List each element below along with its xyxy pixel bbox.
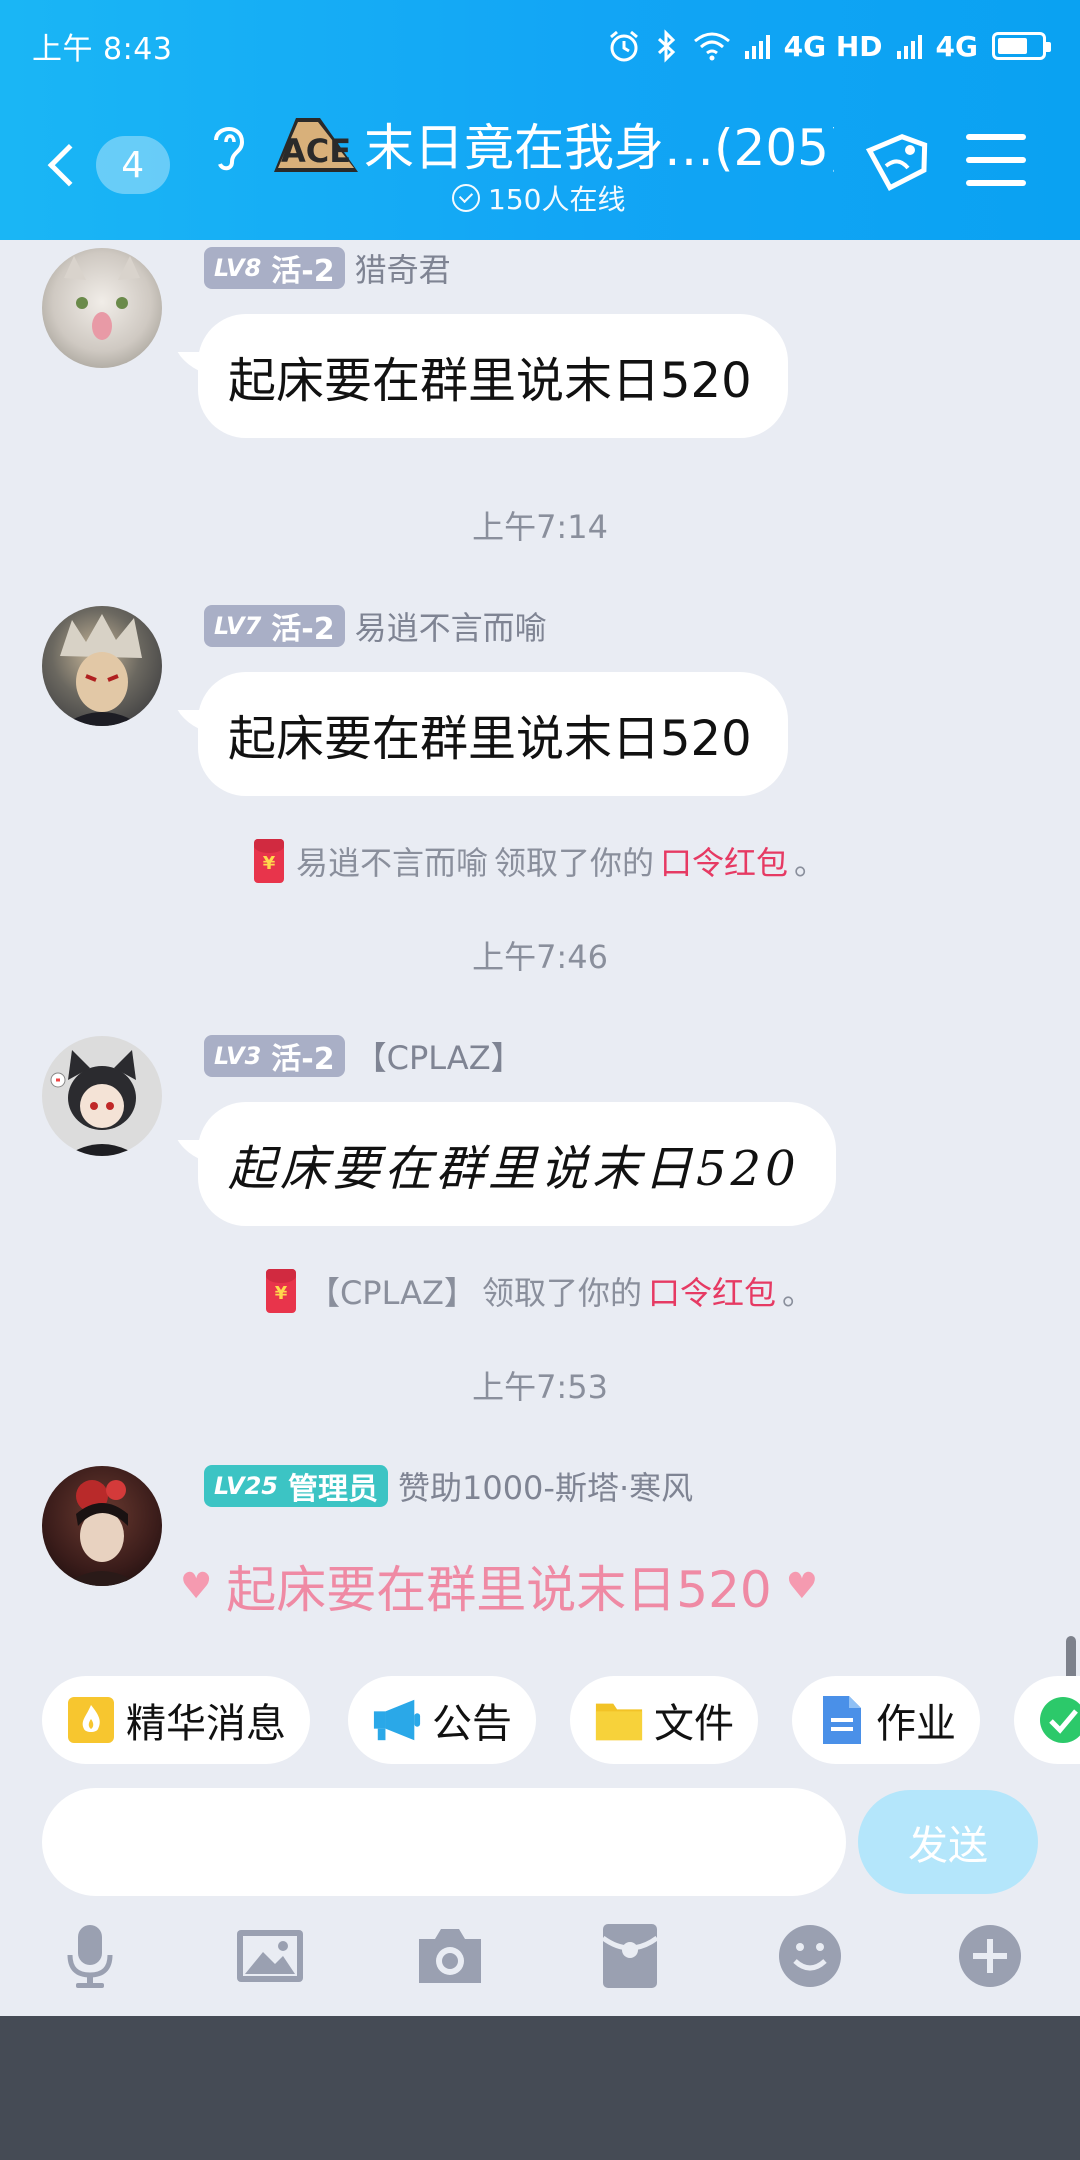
level-badge: LV7 活-2 <box>204 605 345 647</box>
group-title[interactable]: 末日竟在我身…(205) <box>364 108 834 180</box>
battery-icon <box>992 32 1051 60</box>
timestamp: 上午7:53 <box>472 1368 608 1406</box>
avatar[interactable] <box>42 606 162 726</box>
emoji-icon[interactable] <box>774 1920 846 1992</box>
signal-bars-icon-2 <box>896 33 922 59</box>
chip-essence[interactable]: 精华消息 <box>42 1676 310 1764</box>
status-time: 上午 8:43 <box>32 32 173 67</box>
chip-files[interactable]: 文件 <box>570 1676 758 1764</box>
sender-name[interactable]: 易逍不言而喻 <box>355 603 547 649</box>
status-bar: 上午 8:43 4G HD 4G <box>0 0 1080 92</box>
chat-header: 上午 8:43 4G HD 4G 4 ACE 末日竟在我身…(205) 150人… <box>0 0 1080 240</box>
message-list[interactable]: LV8 活-2 猎奇君 起床要在群里说末日520 上午7:14 LV7 活-2 易逍… <box>0 240 1080 1680</box>
avatar[interactable] <box>42 1466 162 1586</box>
quick-action-chips: 精华消息 公告 文件 作业 <box>0 1676 1080 1764</box>
flame-icon <box>66 1695 116 1745</box>
chip-more[interactable] <box>1014 1676 1080 1764</box>
level-badge: LV3 活-2 <box>204 1035 345 1077</box>
plus-icon[interactable] <box>954 1920 1026 1992</box>
heart-icon: ♥ <box>785 1565 818 1607</box>
svg-text:ACE: ACE <box>281 132 351 170</box>
sender-name[interactable]: 猎奇君 <box>355 245 451 291</box>
timestamp: 上午7:14 <box>472 508 608 546</box>
timestamp: 上午7:46 <box>472 938 608 976</box>
chip-homework[interactable]: 作业 <box>792 1676 980 1764</box>
check-circle-icon <box>452 184 480 212</box>
megaphone-icon <box>372 1695 422 1745</box>
signal-bars-icon <box>744 33 770 59</box>
red-packet-link[interactable]: 口令红包 <box>660 838 788 884</box>
input-toolbar <box>0 1900 1080 2014</box>
online-count: 150人在线 <box>452 178 625 218</box>
system-notice: ¥ 易逍不言而喻 领取了你的 口令红包 。 <box>0 838 1080 884</box>
send-button[interactable]: 发送 <box>858 1790 1038 1894</box>
checkmark-icon <box>1038 1695 1080 1745</box>
network-label-2: 4G <box>935 29 978 63</box>
red-packet-link[interactable]: 口令红包 <box>648 1268 776 1314</box>
red-envelope-icon: ¥ <box>253 839 284 883</box>
scrollbar[interactable] <box>1066 1636 1076 1680</box>
system-notice: ¥ 【CPLAZ】 领取了你的 口令红包 。 <box>0 1268 1080 1314</box>
folder-icon <box>594 1695 644 1745</box>
sender-name[interactable]: 【CPLAZ】 <box>355 1033 523 1079</box>
message-bubble-fancy[interactable]: ♥ 起床要在群里说末日520 ♥ <box>180 1550 818 1622</box>
red-envelope-icon: ¥ <box>265 1269 296 1313</box>
wifi-icon <box>693 32 730 61</box>
message-bubble[interactable]: 起床要在群里说末日520 <box>198 1102 836 1226</box>
tag-icon[interactable] <box>858 130 932 200</box>
avatar[interactable] <box>42 1036 162 1156</box>
heart-icon: ♥ <box>180 1565 213 1607</box>
microphone-icon[interactable] <box>54 1920 126 1992</box>
camera-icon[interactable] <box>414 1920 486 1992</box>
image-icon[interactable] <box>234 1920 306 1992</box>
red-packet-icon[interactable] <box>594 1920 666 1992</box>
ear-icon[interactable] <box>206 118 252 174</box>
message-bubble[interactable]: 起床要在群里说末日520 <box>198 314 788 438</box>
level-badge: LV8 活-2 <box>204 247 345 289</box>
back-button[interactable]: 4 <box>40 130 170 200</box>
system-nav-bar <box>0 2016 1080 2160</box>
bluetooth-icon <box>657 29 675 63</box>
avatar[interactable] <box>42 248 162 368</box>
chip-announcement[interactable]: 公告 <box>348 1676 536 1764</box>
sender-name[interactable]: 赞助1000-斯塔·寒风 <box>398 1463 693 1509</box>
unread-badge: 4 <box>95 136 170 194</box>
message-input[interactable] <box>42 1788 846 1896</box>
menu-icon[interactable] <box>966 134 1026 190</box>
document-icon <box>816 1695 866 1745</box>
network-label-1: 4G HD <box>783 29 883 63</box>
chevron-left-icon <box>47 143 90 187</box>
alarm-icon <box>609 30 638 62</box>
level-badge: LV25 管理员 <box>204 1465 388 1507</box>
group-logo: ACE <box>274 118 358 172</box>
message-bubble[interactable]: 起床要在群里说末日520 <box>198 672 788 796</box>
